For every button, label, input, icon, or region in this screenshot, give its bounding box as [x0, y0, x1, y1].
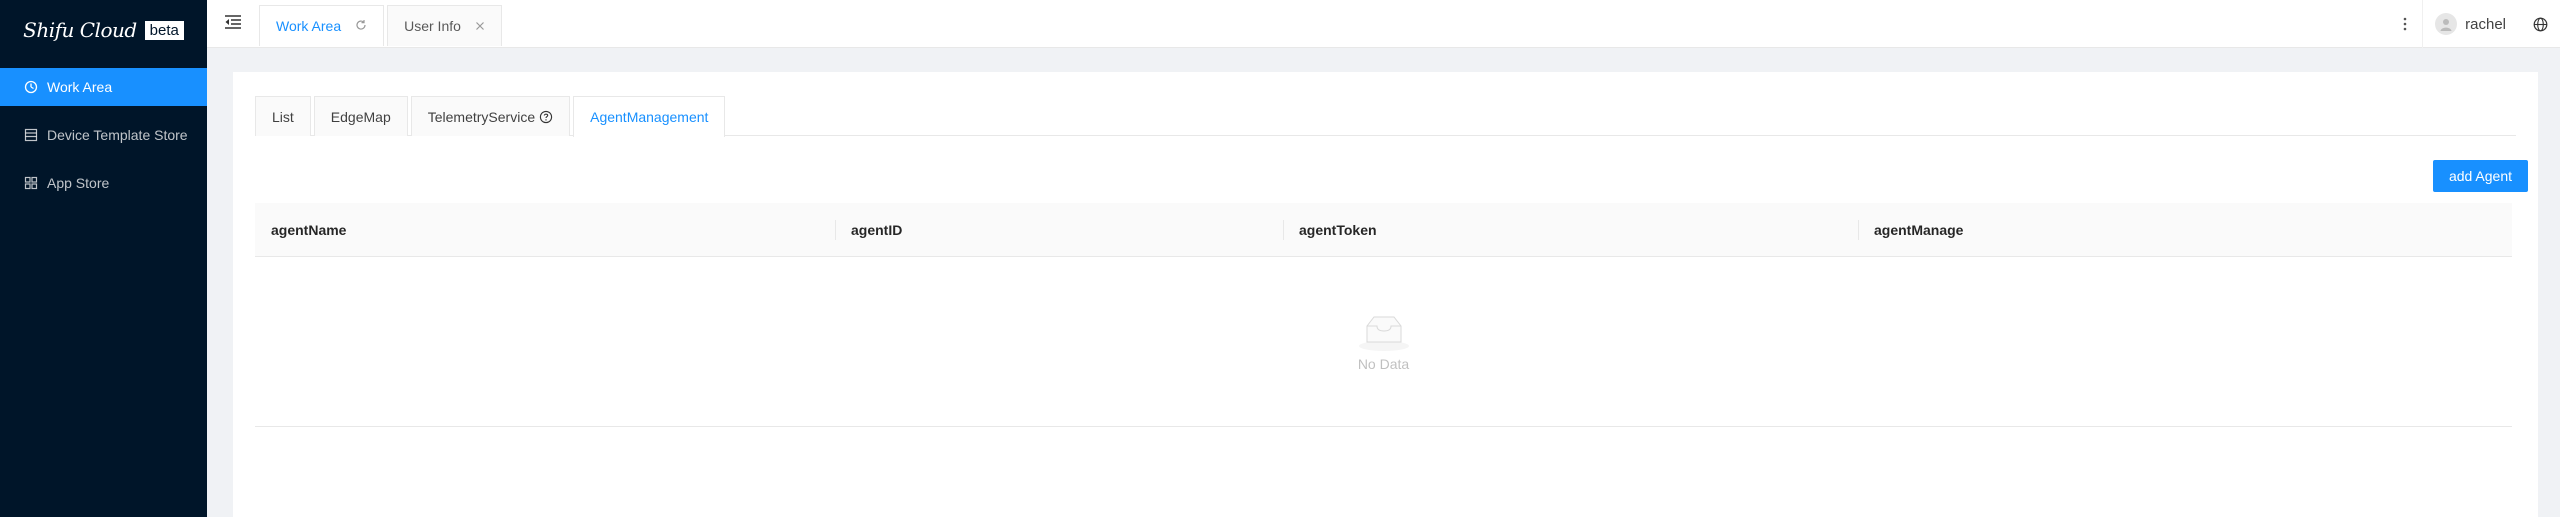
page-tab-label: User Info [404, 18, 461, 34]
empty-state: No Data [255, 257, 2512, 427]
page-tab-work-area[interactable]: Work Area [259, 5, 385, 46]
add-agent-button[interactable]: add Agent [2432, 160, 2528, 192]
column-header-agentmanage: agentManage [1858, 203, 2512, 257]
store-icon [24, 128, 38, 142]
logo[interactable]: Shifu Cloud beta [0, 0, 207, 60]
globe-icon[interactable] [2520, 0, 2560, 48]
menu-fold-icon[interactable] [223, 12, 243, 32]
tab-list[interactable]: List [255, 96, 311, 136]
tab-label: TelemetryService [427, 108, 536, 125]
header-right: rachel [2387, 0, 2560, 48]
reload-icon[interactable] [355, 19, 367, 33]
tab-edgemap[interactable]: EdgeMap [313, 96, 408, 136]
tab-label: AgentManagement [590, 109, 709, 125]
empty-text: No Data [1357, 355, 1410, 372]
column-header-agentid: agentID [835, 203, 1283, 257]
tab-label: EdgeMap [330, 108, 391, 125]
top-header: Work Area User Info rachel [207, 0, 2560, 48]
sidebar-item-app-store[interactable]: App Store [0, 164, 207, 202]
sidebar-item-label: Device Template Store [47, 127, 188, 143]
sidebar-item-work-area[interactable]: Work Area [0, 68, 207, 106]
close-icon[interactable] [475, 20, 485, 33]
beta-badge: beta [144, 20, 184, 40]
sidebar-menu: Work Area Device Template Store App Stor… [0, 68, 207, 212]
sidebar-item-label: Work Area [47, 79, 113, 95]
logo-text: Shifu Cloud [23, 18, 137, 42]
user-menu[interactable]: rachel [2435, 13, 2520, 35]
avatar [2435, 13, 2458, 35]
sidebar-item-device-template-store[interactable]: Device Template Store [0, 116, 207, 154]
tab-agentmanagement[interactable]: AgentManagement [573, 96, 726, 137]
table-header: agentName agentID agentToken agentManage [255, 203, 2512, 257]
agent-table: agentName agentID agentToken agentManage… [255, 203, 2512, 427]
tab-telemetryservice[interactable]: TelemetryService [410, 96, 571, 136]
page-tab-label: Work Area [276, 18, 342, 34]
column-header-agenttoken: agentToken [1283, 203, 1858, 257]
sidebar: Shifu Cloud beta Work Area Device Templa… [0, 0, 207, 517]
sidebar-item-label: App Store [47, 175, 110, 191]
column-header-agentname: agentName [271, 221, 347, 238]
question-circle-icon[interactable] [539, 110, 553, 124]
dashboard-icon [24, 80, 38, 94]
username: rachel [2465, 15, 2506, 33]
content-card: List EdgeMap TelemetryService AgentManag… [233, 72, 2538, 517]
appstore-icon [24, 176, 38, 190]
content-tabs: List EdgeMap TelemetryService AgentManag… [255, 96, 2516, 137]
tab-label: List [272, 108, 294, 125]
empty-inbox-icon [1357, 312, 1411, 352]
more-vertical-icon[interactable] [2387, 0, 2424, 48]
page-tab-user-info[interactable]: User Info [387, 5, 502, 46]
page-tabs: Work Area User Info [259, 5, 502, 46]
